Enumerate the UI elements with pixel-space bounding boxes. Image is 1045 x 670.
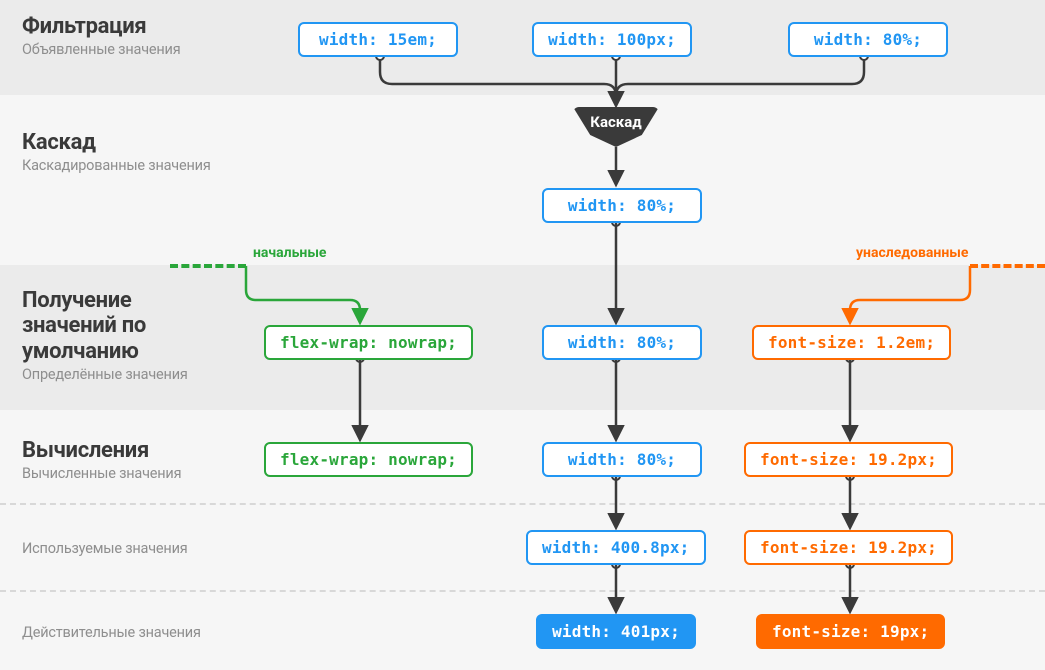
row-cascade-sub: Каскадированные значения: [22, 157, 211, 174]
row-cascade-title: Каскад: [22, 130, 211, 155]
row-filter-title: Фильтрация: [22, 14, 180, 39]
box-actual-mid: width: 401px;: [536, 614, 696, 649]
row-used-sub: Используемые значения: [22, 540, 188, 557]
diagram-stage: Фильтрация Объявленные значения Каскад К…: [0, 0, 1045, 670]
box-default-mid: width: 80%;: [542, 325, 702, 360]
box-actual-right: font-size: 19px;: [756, 614, 945, 649]
row-default-sub: Определённые значения: [22, 366, 222, 383]
row-default-title: Получение значений по умолчанию: [22, 288, 222, 364]
box-default-left: flex-wrap: nowrap;: [264, 325, 473, 360]
inherited-dash-right: [970, 264, 1045, 272]
tag-initial: начальные: [253, 245, 327, 261]
initial-dash-left: [170, 264, 246, 272]
row-used-label: Используемые значения: [22, 538, 188, 557]
row-compute-title: Вычисления: [22, 438, 181, 463]
row-compute-label: Вычисления Вычисленные значения: [22, 438, 181, 482]
row-actual-sub: Действительные значения: [22, 624, 201, 641]
divider-actual: [0, 590, 1045, 592]
row-cascade-label: Каскад Каскадированные значения: [22, 130, 211, 174]
box-cascade-mid: width: 80%;: [542, 188, 702, 223]
box-filter-a: width: 15em;: [298, 22, 458, 57]
row-filter-sub: Объявленные значения: [22, 41, 180, 58]
box-default-right: font-size: 1.2em;: [752, 325, 951, 360]
box-compute-right: font-size: 19.2px;: [744, 442, 953, 477]
box-filter-c: width: 80%;: [788, 22, 948, 57]
row-default-label: Получение значений по умолчанию Определё…: [22, 288, 222, 383]
box-filter-b: width: 100px;: [532, 22, 692, 57]
row-compute-sub: Вычисленные значения: [22, 465, 181, 482]
box-used-right: font-size: 19.2px;: [744, 530, 953, 565]
box-compute-mid: width: 80%;: [542, 442, 702, 477]
row-cascade-band: [0, 95, 1045, 265]
row-filter-label: Фильтрация Объявленные значения: [22, 14, 180, 58]
row-actual-label: Действительные значения: [22, 622, 201, 641]
tag-inherited: унаследованные: [856, 245, 968, 261]
divider-used: [0, 503, 1045, 505]
box-used-mid: width: 400.8px;: [526, 530, 706, 565]
box-compute-left: flex-wrap: nowrap;: [264, 442, 473, 477]
